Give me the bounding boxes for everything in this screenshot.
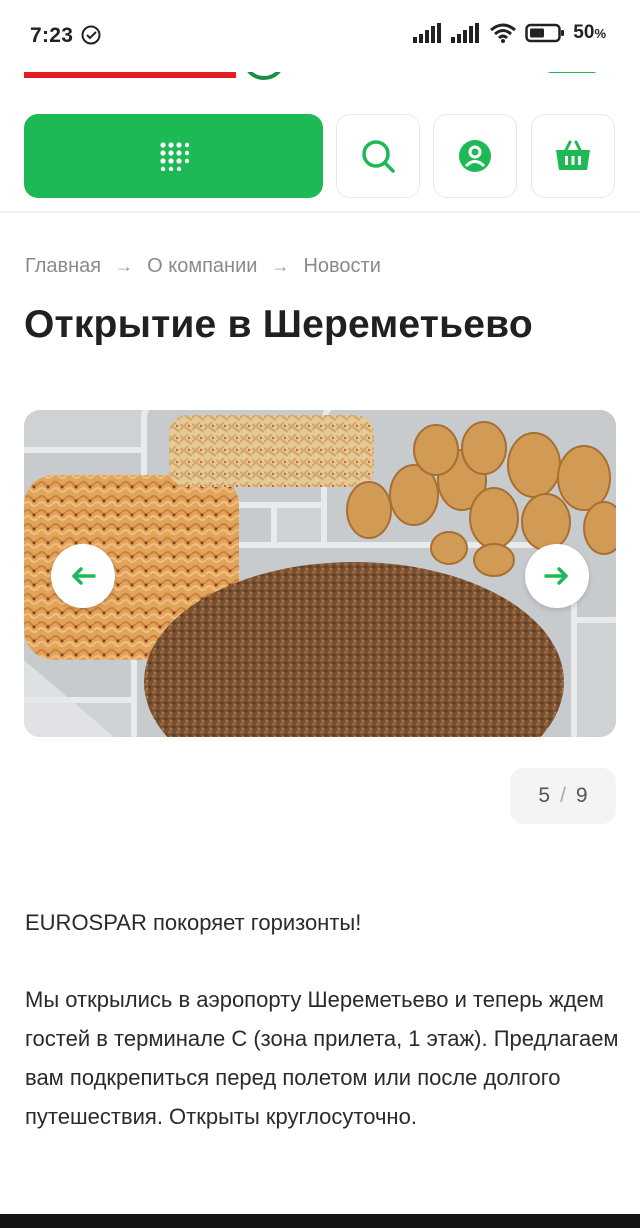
counter-separator: /: [560, 784, 566, 807]
arrow-right-icon: [544, 567, 568, 585]
breadcrumb: Главная → О компании → Новости: [25, 255, 381, 278]
wifi-icon: [490, 23, 517, 43]
counter-current: 5: [538, 784, 551, 807]
sync-check-icon: [81, 25, 101, 45]
grid-icon: [159, 142, 189, 171]
article-paragraph: EUROSPAR покоряет горизонты!: [25, 910, 362, 935]
battery-level: 50%: [573, 22, 606, 43]
signal-icon-2: [451, 23, 480, 43]
page-title: Открытие в Шереметьево: [24, 303, 533, 346]
breadcrumb-about[interactable]: О компании: [147, 255, 257, 278]
user-icon: [459, 140, 491, 172]
bottom-edge: [0, 1214, 640, 1228]
cart-button[interactable]: [531, 114, 615, 198]
article-body: EUROSPAR покоряет горизонты! Мы открылис…: [25, 903, 625, 1174]
search-icon: [362, 140, 395, 173]
search-button[interactable]: [336, 114, 420, 198]
arrow-right-icon: →: [271, 256, 290, 276]
gallery-next-button[interactable]: [525, 544, 589, 608]
gallery-prev-button[interactable]: [51, 544, 115, 608]
arrow-left-icon: [72, 567, 96, 585]
gallery-counter: 5 / 9: [510, 768, 616, 824]
breadcrumb-news[interactable]: Новости: [303, 255, 380, 278]
counter-total: 9: [575, 784, 588, 807]
status-bar: 7:23 50%: [0, 0, 640, 72]
header-divider: [0, 211, 640, 213]
catalog-button[interactable]: [24, 114, 323, 198]
status-indicators: 50%: [413, 22, 606, 44]
status-time: 7:23: [30, 24, 74, 47]
battery-icon: [525, 23, 565, 43]
account-button[interactable]: [433, 114, 517, 198]
signal-icon: [413, 23, 442, 43]
article-paragraph: Мы открылись в аэропорту Шереметьево и т…: [25, 987, 619, 1129]
arrow-right-icon: →: [115, 256, 134, 276]
basket-icon: [556, 140, 590, 170]
breadcrumb-home[interactable]: Главная: [25, 255, 101, 278]
